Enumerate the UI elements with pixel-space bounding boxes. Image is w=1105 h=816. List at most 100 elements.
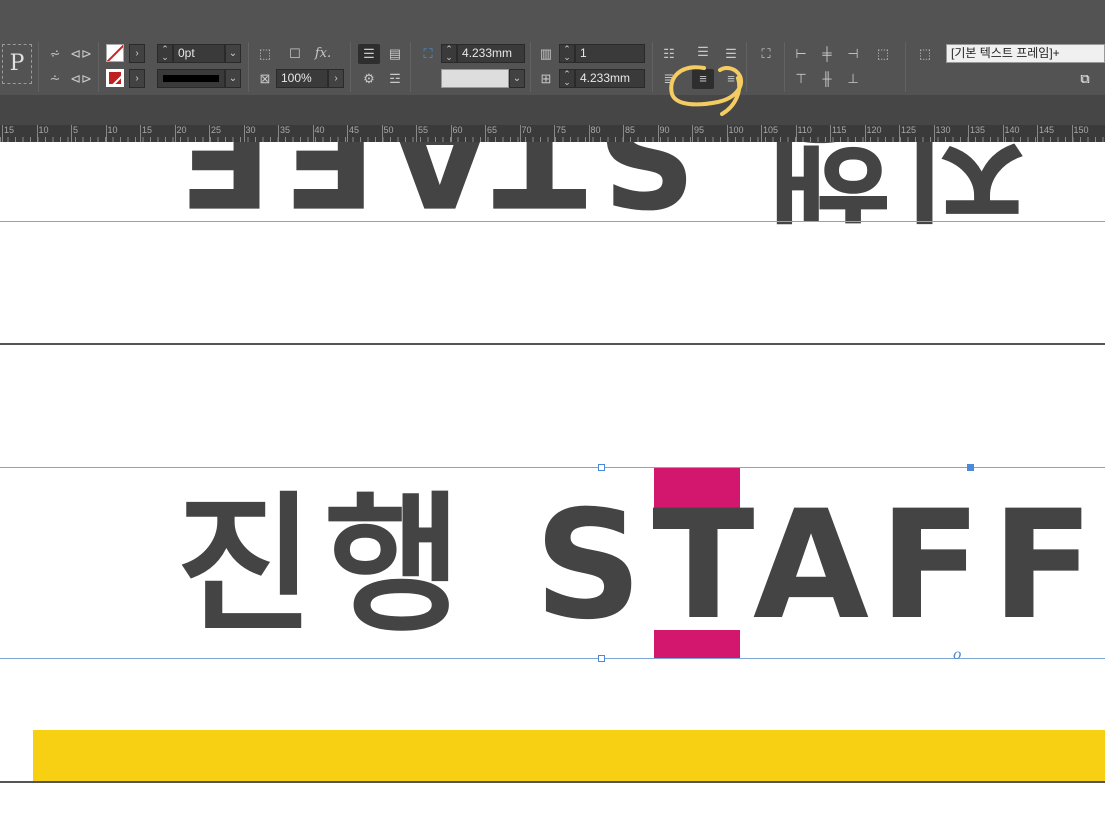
ruler-tick (312, 125, 314, 142)
frame-type-icon[interactable]: P (2, 44, 32, 84)
ruler-tick (174, 125, 176, 142)
stroke-menu-button[interactable]: › (129, 69, 145, 88)
ruler-label: 80 (590, 125, 601, 135)
stroke-style-select[interactable] (441, 69, 509, 88)
ruler-label: 65 (487, 125, 498, 135)
page-edge (0, 343, 1105, 345)
ruler-tick (1071, 125, 1073, 142)
ruler-label: 130 (935, 125, 951, 135)
guide-line (0, 658, 1105, 659)
separator (784, 42, 785, 92)
ruler-tick (657, 125, 659, 142)
separator (38, 42, 39, 92)
ruler-label: 45 (349, 125, 360, 135)
flip-vertical-icon[interactable]: ⊲⊳ (70, 69, 92, 89)
frame-handle-top-right[interactable] (967, 464, 974, 471)
frame-fill-icon[interactable]: ☐ (284, 44, 306, 64)
guide-line (0, 221, 1105, 222)
stroke-type-select[interactable] (157, 69, 225, 88)
wrap-bounding-box-icon[interactable]: ▤ (384, 44, 406, 64)
ruler-tick (623, 125, 624, 142)
opacity-input[interactable]: 100% (276, 69, 328, 88)
align-horizontal-centers-icon[interactable]: ╪ (816, 44, 838, 64)
ruler-label: 150 (1073, 125, 1089, 135)
ruler-tick (726, 125, 728, 142)
ruler-label: 100 (728, 125, 744, 135)
fill-menu-button[interactable]: › (129, 44, 145, 63)
mirrored-text[interactable]: 진행 STAFF (168, 142, 1028, 236)
distribute-icon[interactable]: ⬚ (872, 44, 894, 64)
separator (652, 42, 653, 92)
ruler-tick (933, 125, 935, 142)
ruler-tick (761, 125, 762, 142)
yellow-banner[interactable] (33, 730, 1105, 783)
inset-stepper[interactable]: ⌃ ⌄ (441, 44, 457, 63)
ruler-label: 10 (38, 125, 49, 135)
stroke-style-dropdown[interactable]: ⌄ (509, 69, 525, 88)
separator (98, 42, 99, 92)
document-page[interactable]: 진행 STAFF 진행 STAFF o (0, 142, 1105, 816)
ruler-tick (140, 125, 141, 142)
fx-icon[interactable]: fx. (312, 44, 334, 64)
ruler-tick (588, 125, 590, 142)
stroke-weight-stepper[interactable]: ⌃ ⌄ (157, 44, 173, 63)
baseline-marker: o (953, 647, 962, 663)
ruler-tick (830, 125, 831, 142)
ruler-tick (450, 125, 452, 142)
frame-handle-top-left[interactable] (598, 464, 605, 471)
ruler-tick (105, 125, 107, 142)
ruler-label: 35 (280, 125, 291, 135)
stroke-weight-dropdown[interactable]: ⌄ (225, 44, 241, 63)
separator (350, 42, 351, 92)
ruler-label: 110 (797, 125, 812, 135)
columns-stepper[interactable]: ⌃ ⌄ (559, 44, 575, 63)
separator (746, 42, 747, 92)
main-text[interactable]: 진행 STAFF (176, 486, 1104, 646)
frame-style-select[interactable]: [기본 텍스트 프레임]+ (946, 44, 1105, 63)
gutter-stepper[interactable]: ⌃ ⌄ (559, 69, 575, 88)
ruler-tick (347, 125, 348, 142)
shear-icon[interactable]: ⩪ (44, 69, 66, 89)
align-left-edges-icon[interactable]: ⊢ (790, 44, 812, 64)
ruler-label: 20 (176, 125, 187, 135)
auto-fit-icon[interactable]: ⛶ (755, 44, 777, 64)
control-panel-bottom (0, 95, 1105, 125)
align-right-edges-icon[interactable]: ⊣ (842, 44, 864, 64)
inset-input[interactable]: 4.233mm (457, 44, 525, 63)
ruler-tick (209, 125, 210, 142)
page-edge (0, 781, 1105, 783)
columns-input[interactable]: 1 (575, 44, 645, 63)
stroke-weight-input[interactable]: 0pt (173, 44, 225, 63)
rotate-icon[interactable]: ⩫ (44, 44, 66, 64)
gutter-input[interactable]: 4.233mm (575, 69, 645, 88)
stroke-type-dropdown[interactable]: ⌄ (225, 69, 241, 88)
ruler-label: 135 (970, 125, 986, 135)
align-bottom-edges-icon[interactable]: ⊥ (842, 69, 864, 89)
flip-horizontal-icon[interactable]: ⊲⊳ (70, 44, 92, 64)
fill-swatch[interactable] (106, 44, 124, 62)
wrap-jump-column-icon[interactable]: ☲ (384, 69, 406, 89)
ruler-label: 145 (1039, 125, 1055, 135)
ruler-label: 140 (1004, 125, 1020, 135)
ruler-tick (864, 125, 866, 142)
annotation-circle (669, 65, 743, 116)
align-vertical-centers-icon[interactable]: ╫ (816, 69, 838, 89)
frame-inset-icon: ⛶ (423, 46, 433, 61)
opacity-dropdown[interactable]: › (328, 69, 344, 88)
gutter-icon: ⊞ (540, 71, 552, 86)
drop-shadow-icon[interactable]: ⬚ (254, 44, 276, 64)
wrap-around-shape-icon[interactable]: ☰ (358, 44, 380, 64)
ruler-tick (278, 125, 279, 142)
ruler-label: 120 (866, 125, 882, 135)
stroke-swatch[interactable] (106, 69, 124, 87)
ruler-label: 25 (211, 125, 222, 135)
ruler-label: 30 (245, 125, 256, 135)
ruler-label: 125 (901, 125, 917, 135)
separator (410, 42, 411, 92)
quick-apply-icon[interactable]: ⧉ (1074, 69, 1096, 89)
frame-handle-bottom-left[interactable] (598, 655, 605, 662)
wrap-jump-object-icon[interactable]: ⚙ (358, 69, 380, 89)
align-top-edges-icon[interactable]: ⊤ (790, 69, 812, 89)
ruler-label: 115 (832, 125, 847, 135)
ruler-label: 40 (314, 125, 325, 135)
